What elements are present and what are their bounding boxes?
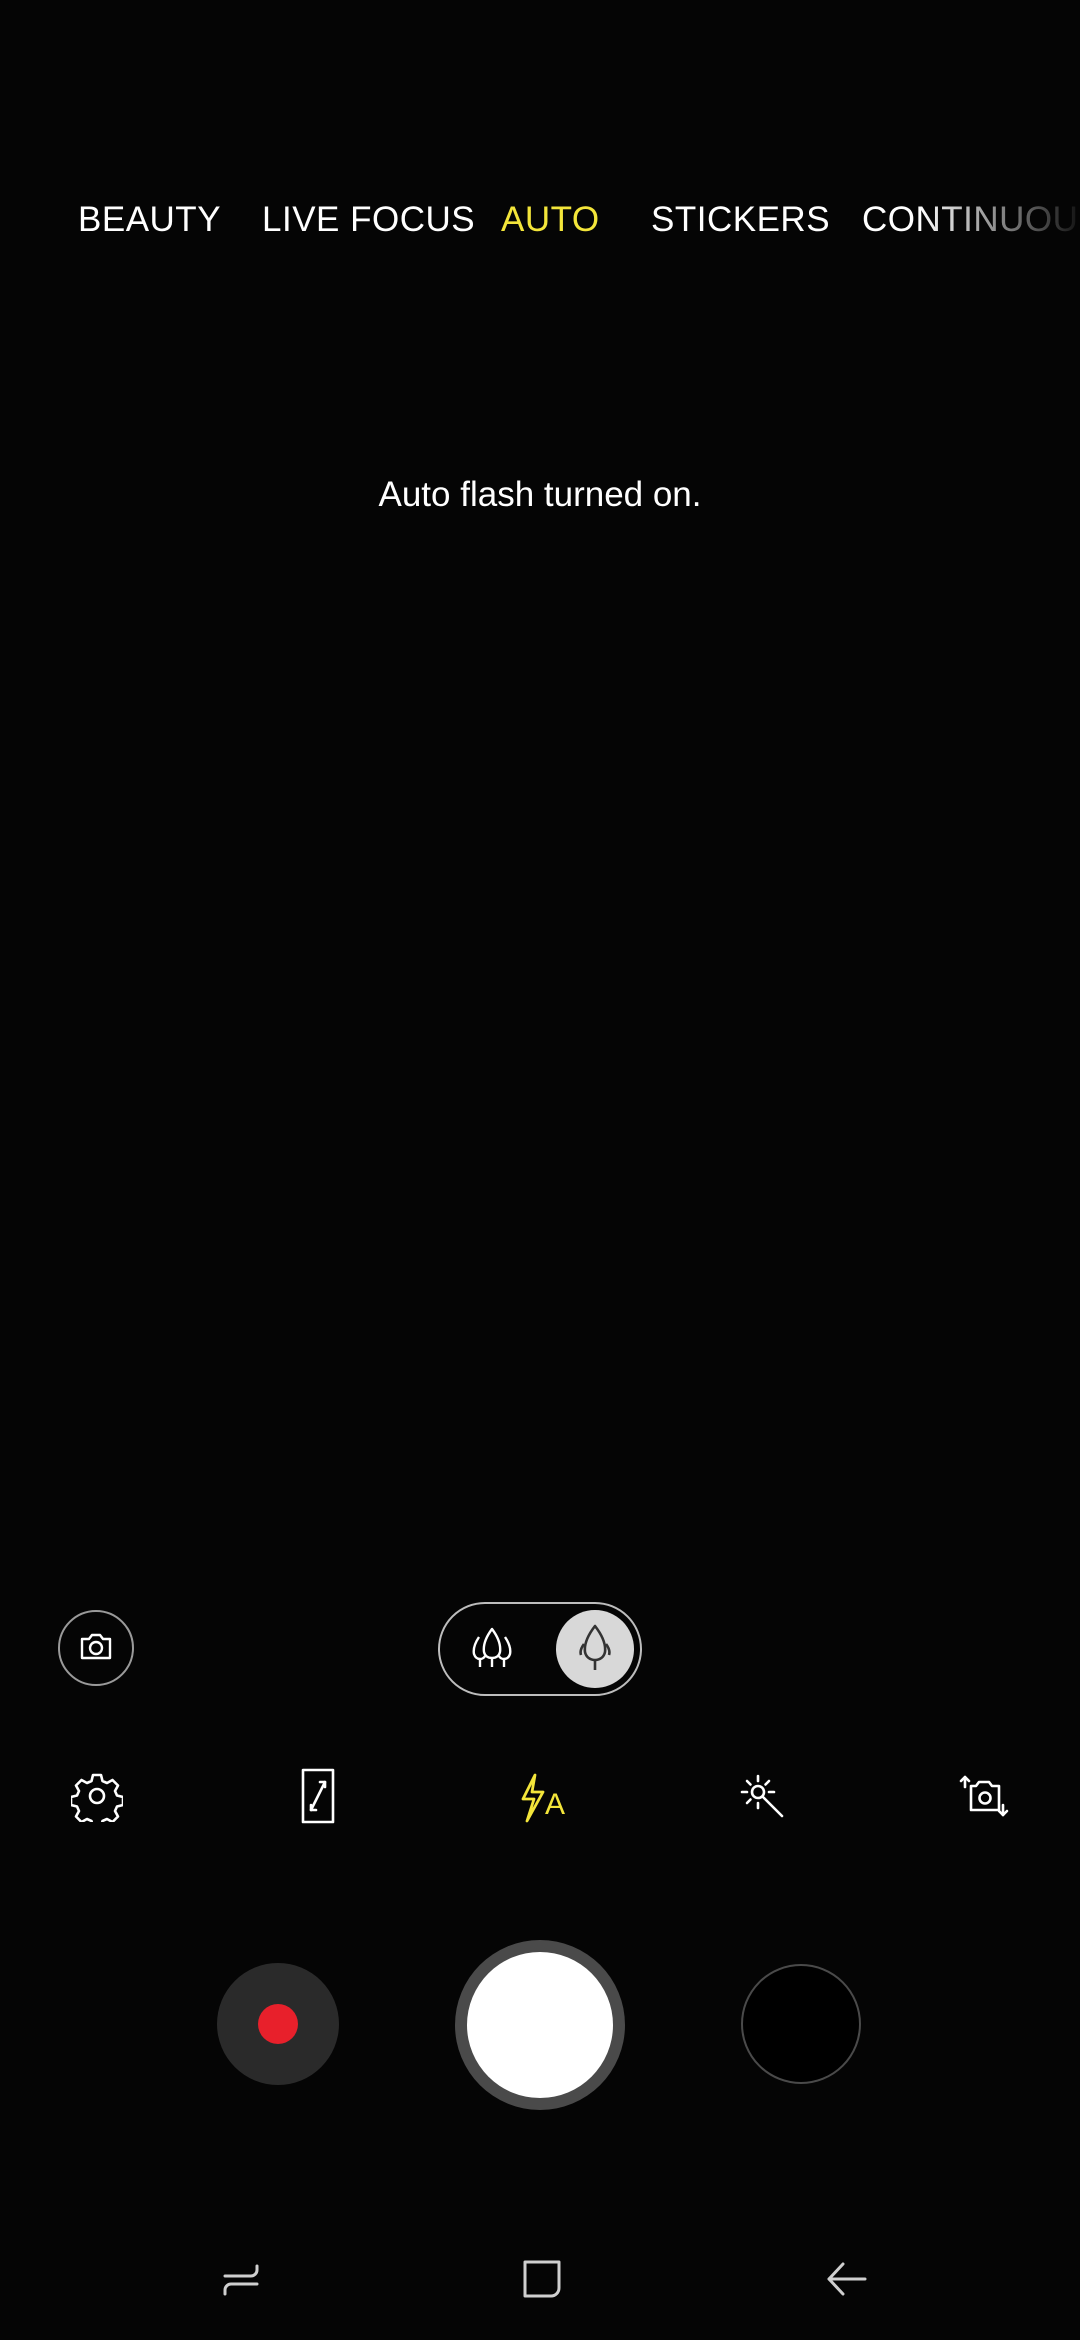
magic-wand-icon (736, 1770, 788, 1827)
record-video-button[interactable] (217, 1963, 339, 2085)
wide-angle-trees-icon (465, 1621, 519, 1680)
camera-switch-button[interactable] (58, 1610, 134, 1686)
flash-auto-icon: A (515, 1772, 565, 1824)
home-button[interactable] (506, 2245, 578, 2317)
flash-button[interactable]: A (504, 1762, 576, 1834)
flash-toast-message: Auto flash turned on. (378, 475, 702, 514)
gear-icon (69, 1770, 125, 1828)
recents-button[interactable] (206, 2245, 278, 2317)
mode-stickers[interactable]: STICKERS (651, 200, 830, 240)
normal-angle-button[interactable] (556, 1610, 634, 1688)
shutter-inner (467, 1952, 613, 2098)
normal-angle-tree-icon (570, 1620, 620, 1679)
camera-switch-icon (76, 1626, 116, 1671)
mode-bar-fade (920, 190, 1080, 260)
flash-auto-label: A (544, 1788, 565, 1821)
mode-live-focus[interactable]: LIVE FOCUS (262, 200, 475, 240)
wide-angle-button[interactable] (454, 1612, 530, 1688)
record-dot-icon (258, 2004, 298, 2044)
aspect-ratio-button[interactable] (282, 1762, 354, 1834)
back-arrow-icon (821, 2254, 871, 2309)
filter-button[interactable] (726, 1762, 798, 1834)
back-button[interactable] (810, 2245, 882, 2317)
settings-button[interactable] (61, 1762, 133, 1834)
aspect-ratio-icon (298, 1766, 338, 1831)
gallery-thumbnail[interactable] (741, 1964, 861, 2084)
camera-flip-button[interactable] (948, 1762, 1020, 1834)
mode-selector[interactable]: | BEAUTY LIVE FOCUS AUTO STICKERS CONTIN… (0, 190, 1080, 260)
shutter-button[interactable] (455, 1940, 625, 2110)
camera-screen: | BEAUTY LIVE FOCUS AUTO STICKERS CONTIN… (0, 0, 1080, 2340)
mode-beauty[interactable]: BEAUTY (78, 200, 221, 240)
lens-toggle[interactable] (438, 1602, 642, 1696)
camera-flip-icon (955, 1770, 1013, 1827)
mode-auto[interactable]: AUTO (501, 200, 600, 240)
recents-icon (217, 2254, 267, 2309)
home-icon (517, 2254, 567, 2309)
